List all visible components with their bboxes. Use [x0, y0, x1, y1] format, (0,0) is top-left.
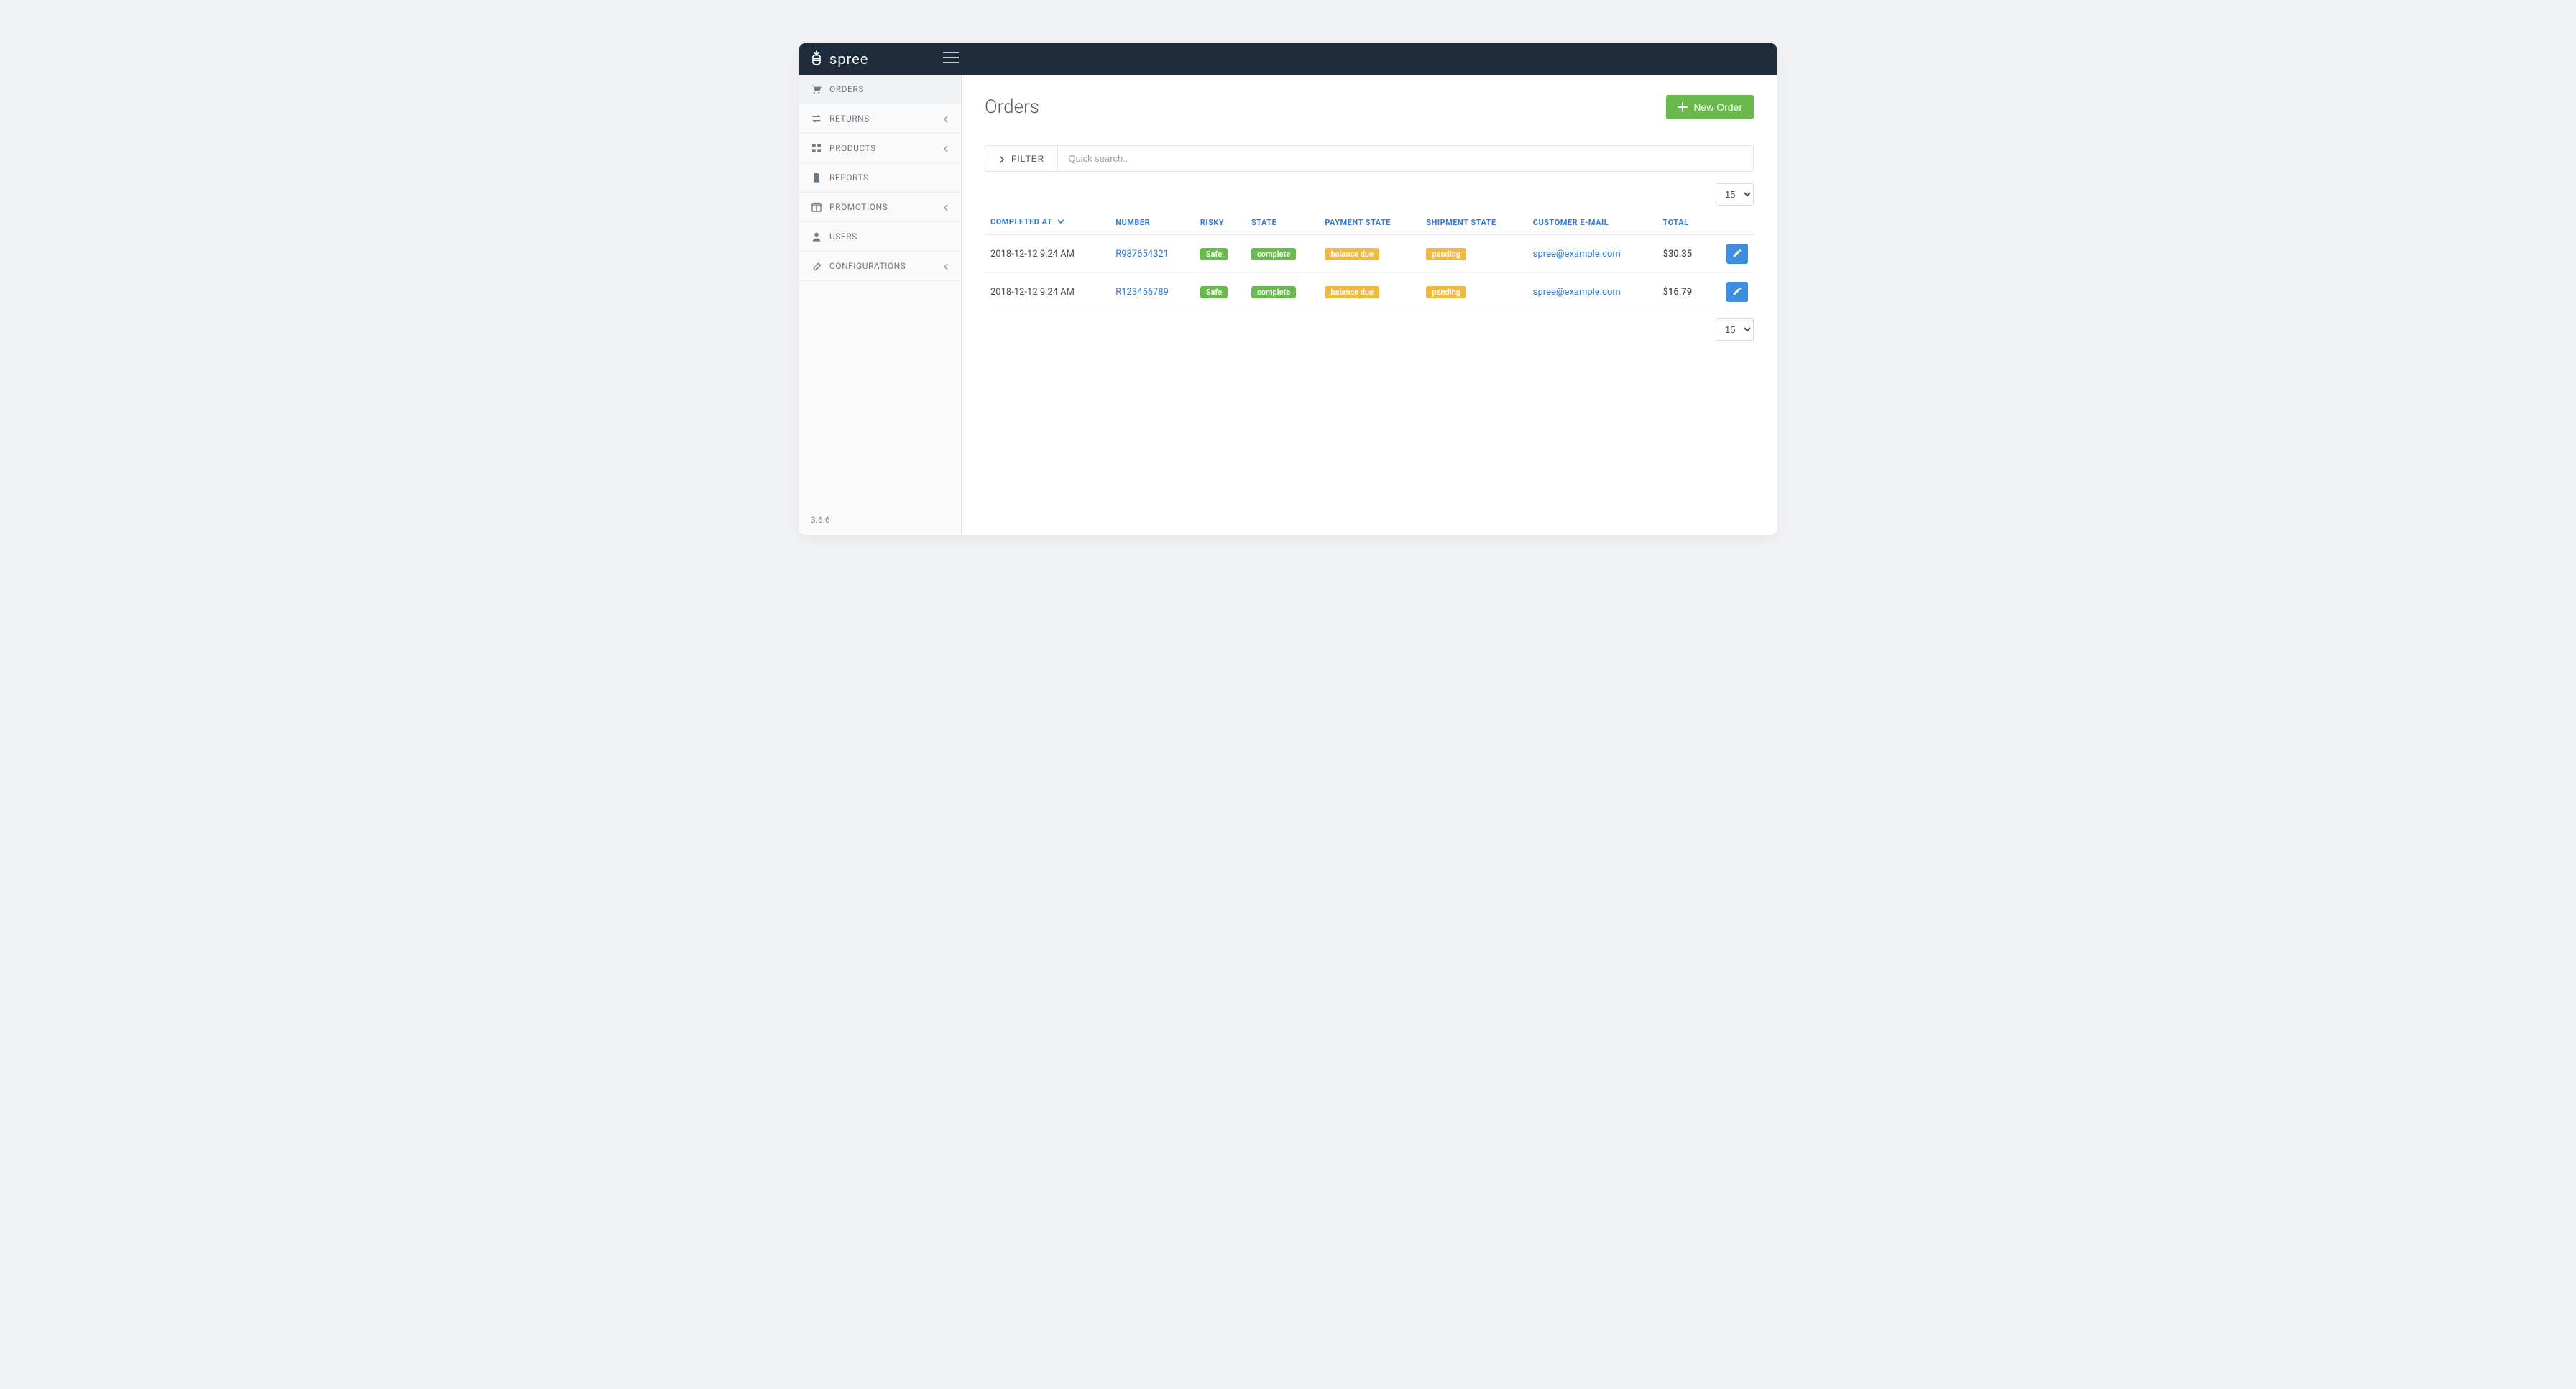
- col-completed-at[interactable]: COMPLETED AT: [985, 210, 1110, 235]
- sidebar-item-orders[interactable]: ORDERS: [799, 75, 961, 104]
- sidebar-item-reports[interactable]: REPORTS: [799, 163, 961, 193]
- orders-table: COMPLETED AT NUMBER RISKY STATE PAYMENT …: [985, 210, 1754, 311]
- filter-toggle-button[interactable]: FILTER: [985, 146, 1058, 171]
- version-label: 3.6.6: [799, 505, 961, 535]
- cart-icon: [811, 83, 822, 95]
- filter-label: FILTER: [1011, 154, 1044, 164]
- brand-name: spree: [829, 50, 868, 68]
- state-badge: complete: [1251, 286, 1296, 298]
- sidebar-item-label: ORDERS: [829, 84, 864, 94]
- new-order-label: New Order: [1693, 101, 1742, 113]
- cell-completed-at: 2018-12-12 9:24 AM: [985, 235, 1110, 273]
- risky-badge: Safe: [1200, 286, 1228, 298]
- brand-logo-icon: [809, 50, 824, 68]
- sort-desc-icon: [1057, 218, 1064, 227]
- col-number[interactable]: NUMBER: [1110, 210, 1195, 235]
- topbar: spree: [799, 43, 1777, 75]
- payment-state-badge: balance due: [1325, 286, 1379, 298]
- app-window: spree ORDERS: [799, 43, 1777, 535]
- col-state[interactable]: STATE: [1246, 210, 1319, 235]
- sidebar-item-label: USERS: [829, 232, 857, 242]
- sidebar-item-products[interactable]: PRODUCTS: [799, 134, 961, 163]
- cell-total: $16.79: [1657, 273, 1711, 311]
- pagination-bottom: 15: [985, 318, 1754, 341]
- plus-icon: [1678, 102, 1688, 112]
- chevron-left-icon: [942, 115, 949, 122]
- sidebar-item-label: PROMOTIONS: [829, 202, 888, 212]
- chevron-left-icon: [942, 262, 949, 270]
- brand: spree: [809, 50, 868, 68]
- sidebar: ORDERS RETURNS PRODUCTS: [799, 75, 962, 535]
- sidebar-item-label: CONFIGURATIONS: [829, 261, 906, 271]
- per-page-select-bottom[interactable]: 15: [1716, 318, 1754, 341]
- file-icon: [811, 172, 822, 183]
- app-body: ORDERS RETURNS PRODUCTS: [799, 75, 1777, 535]
- payment-state-badge: balance due: [1325, 248, 1379, 260]
- chevron-left-icon: [942, 145, 949, 152]
- sidebar-item-label: REPORTS: [829, 173, 869, 183]
- gift-icon: [811, 201, 822, 213]
- cell-total: $30.35: [1657, 235, 1711, 273]
- sidebar-item-configurations[interactable]: CONFIGURATIONS: [799, 252, 961, 281]
- risky-badge: Safe: [1200, 248, 1228, 260]
- grid-icon: [811, 142, 822, 154]
- wrench-icon: [811, 260, 822, 272]
- shipment-state-badge: pending: [1426, 286, 1466, 298]
- pencil-icon: [1732, 248, 1742, 260]
- customer-email-link[interactable]: spree@example.com: [1533, 287, 1621, 298]
- col-payment-state[interactable]: PAYMENT STATE: [1319, 210, 1420, 235]
- col-total[interactable]: TOTAL: [1657, 210, 1711, 235]
- sidebar-item-promotions[interactable]: PROMOTIONS: [799, 193, 961, 222]
- customer-email-link[interactable]: spree@example.com: [1533, 249, 1621, 260]
- exchange-icon: [811, 113, 822, 124]
- col-shipment-state[interactable]: SHIPMENT STATE: [1420, 210, 1527, 235]
- cell-completed-at: 2018-12-12 9:24 AM: [985, 273, 1110, 311]
- table-row: 2018-12-12 9:24 AM R123456789 Safe compl…: [985, 273, 1754, 311]
- col-risky[interactable]: RISKY: [1195, 210, 1246, 235]
- order-number-link[interactable]: R987654321: [1116, 249, 1169, 260]
- filter-bar: FILTER: [985, 145, 1754, 172]
- main: Orders New Order FILTER 15: [962, 75, 1777, 535]
- col-customer-email[interactable]: CUSTOMER E-MAIL: [1527, 210, 1657, 235]
- sidebar-item-users[interactable]: USERS: [799, 222, 961, 252]
- user-icon: [811, 231, 822, 242]
- sidebar-nav: ORDERS RETURNS PRODUCTS: [799, 75, 961, 505]
- table-row: 2018-12-12 9:24 AM R987654321 Safe compl…: [985, 235, 1754, 273]
- page-header: Orders New Order: [985, 95, 1754, 119]
- pagination-top: 15: [985, 183, 1754, 206]
- sidebar-item-returns[interactable]: RETURNS: [799, 104, 961, 134]
- edit-order-button[interactable]: [1726, 282, 1748, 302]
- search-input[interactable]: [1058, 146, 1753, 171]
- menu-toggle-icon[interactable]: [943, 51, 959, 67]
- sidebar-item-label: PRODUCTS: [829, 143, 876, 153]
- new-order-button[interactable]: New Order: [1666, 95, 1754, 119]
- pencil-icon: [1732, 286, 1742, 298]
- shipment-state-badge: pending: [1426, 248, 1466, 260]
- page-title: Orders: [985, 96, 1039, 118]
- per-page-select-top[interactable]: 15: [1716, 183, 1754, 206]
- chevron-right-icon: [998, 155, 1006, 162]
- state-badge: complete: [1251, 248, 1296, 260]
- sidebar-item-label: RETURNS: [829, 114, 870, 124]
- edit-order-button[interactable]: [1726, 244, 1748, 264]
- order-number-link[interactable]: R123456789: [1116, 287, 1169, 298]
- chevron-left-icon: [942, 203, 949, 211]
